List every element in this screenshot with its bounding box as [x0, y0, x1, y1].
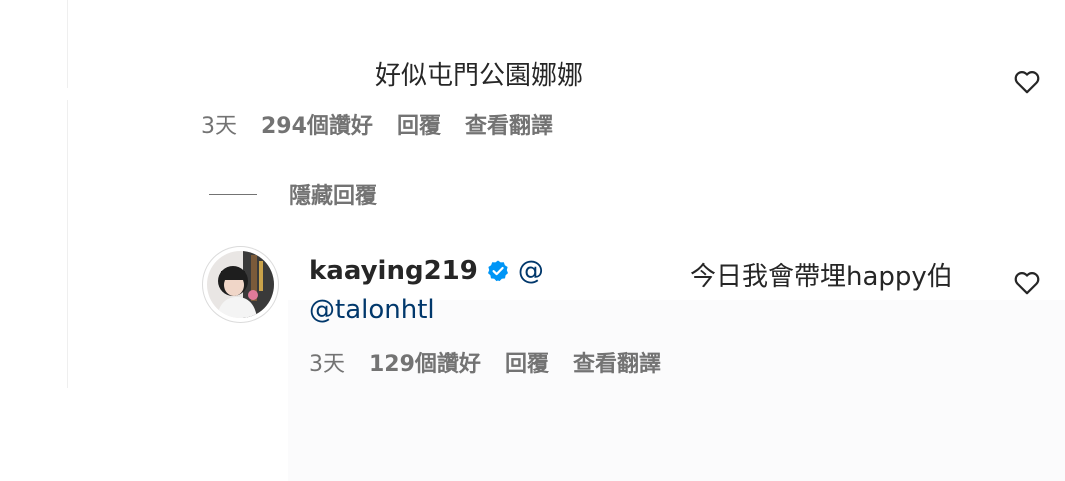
hide-replies-button[interactable]: 隱藏回覆: [209, 178, 377, 210]
comment-translate-button[interactable]: 查看翻譯: [465, 108, 553, 140]
hide-replies-dash: [209, 193, 257, 195]
thread-divider: [67, 100, 68, 388]
reply-time: 3天: [309, 352, 345, 377]
reply-mention-prefix[interactable]: @: [518, 256, 544, 286]
reply-meta: 3天 129個讚好 回覆 查看翻譯: [309, 346, 685, 378]
comment-meta: 3天 294個讚好 回覆 查看翻譯: [201, 108, 577, 140]
comment-text: 好似屯門公園娜娜: [375, 61, 584, 91]
comment-reply-button[interactable]: 回覆: [397, 108, 441, 140]
comment-time: 3天: [201, 114, 237, 139]
reply-highlight-background: [288, 300, 1065, 481]
comments-section: 好似屯門公園娜娜 3天 294個讚好 回覆 查看翻譯 隱藏回覆 kaaying2…: [0, 0, 1065, 481]
thread-divider: [67, 0, 68, 88]
reply-header: kaaying219 @: [309, 256, 544, 286]
reply-username[interactable]: kaaying219: [309, 256, 478, 286]
comment-likes-link[interactable]: 294個讚好: [261, 108, 373, 140]
like-reply-button[interactable]: [1014, 271, 1040, 295]
reply-reply-button[interactable]: 回覆: [505, 346, 549, 378]
reply-translate-button[interactable]: 查看翻譯: [573, 346, 661, 378]
verified-badge-icon: [487, 260, 508, 282]
avatar-image: [207, 251, 274, 318]
reply-text: 今日我會帶埋happy伯: [690, 262, 953, 292]
hide-replies-label: 隱藏回覆: [289, 184, 378, 209]
reply-mention-link[interactable]: @talonhtl: [309, 295, 435, 325]
reply-likes-link[interactable]: 129個讚好: [369, 346, 481, 378]
heart-outline-icon: [1014, 71, 1040, 94]
heart-outline-icon: [1014, 272, 1040, 295]
like-comment-button[interactable]: [1014, 70, 1040, 94]
avatar[interactable]: [203, 247, 278, 322]
